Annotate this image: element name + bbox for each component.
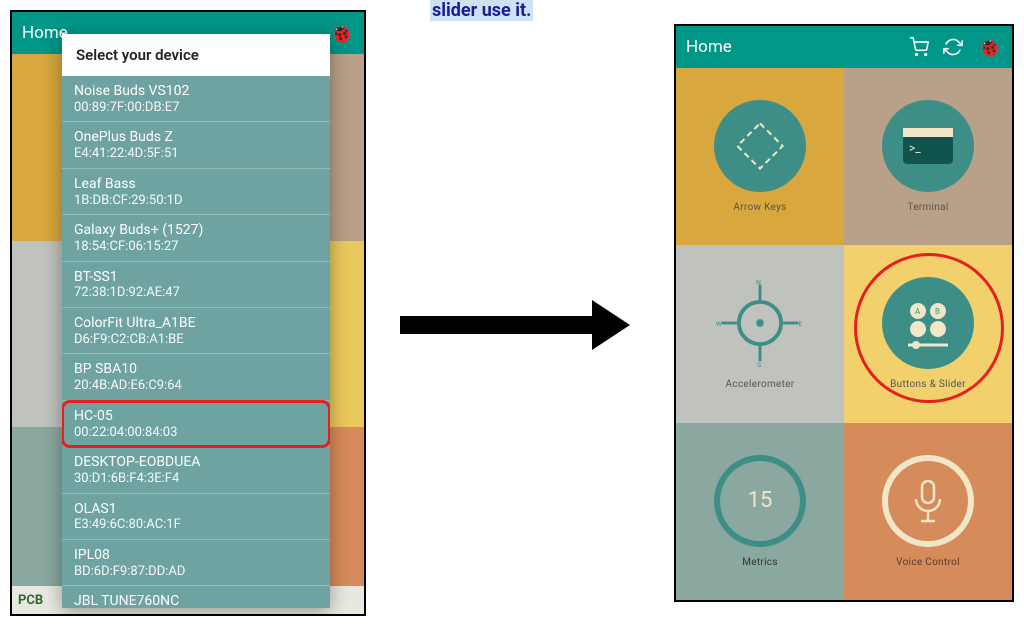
tile-label: Terminal: [907, 202, 948, 213]
phone-left-screenshot: Home 🐞 PCB Select your device Noise Buds…: [10, 10, 366, 616]
device-name: OnePlus Buds Z: [74, 129, 318, 146]
device-name: BT-SS1: [74, 269, 318, 286]
tile-arrow-keys[interactable]: Arrow Keys: [676, 68, 844, 245]
device-item[interactable]: ColorFit Ultra_A1BED6:F9:C2:CB:A1:BE: [62, 308, 330, 354]
svg-text:S: S: [757, 362, 761, 370]
tile-label: Metrics: [742, 557, 778, 568]
tile-label: Voice Control: [896, 557, 960, 568]
metrics-badge: 15: [748, 488, 773, 513]
device-name: Leaf Bass: [74, 176, 318, 193]
tile-accelerometer[interactable]: N E S W Accelerometer: [676, 245, 844, 422]
metrics-icon: 15: [714, 455, 806, 547]
device-name: OLAS1: [74, 501, 318, 518]
tile-metrics[interactable]: 15 Metrics: [676, 423, 844, 600]
svg-text:E: E: [798, 320, 802, 328]
device-name: IPL08: [74, 547, 318, 564]
device-picker-modal: Select your device Noise Buds VS10200:89…: [62, 34, 330, 608]
device-list[interactable]: Noise Buds VS10200:89:7F:00:DB:E7OnePlus…: [62, 76, 330, 608]
device-mac: 18:54:CF:06:15:27: [74, 239, 318, 255]
device-mac: 30:D1:6B:F4:3E:F4: [74, 471, 318, 487]
arrow-icon: [400, 300, 630, 350]
device-item[interactable]: OnePlus Buds ZE4:41:22:4D:5F:51: [62, 122, 330, 168]
device-mac: E3:49:6C:80:AC:1F: [74, 517, 318, 533]
device-name: DESKTOP-EOBDUEA: [74, 454, 318, 471]
device-mac: 20:4B:AD:E6:C9:64: [74, 378, 318, 394]
device-mac: 00:89:7F:00:DB:E7: [74, 100, 318, 116]
tile-label: Accelerometer: [726, 379, 795, 390]
svg-text:B: B: [935, 307, 940, 316]
svg-text:N: N: [756, 279, 761, 287]
device-mac: E4:41:22:4D:5F:51: [74, 146, 318, 162]
device-item[interactable]: JBL TUNE760NC08:AA:59:B9:71:0C: [62, 586, 330, 608]
device-mac: 1B:DB:CF:29:50:1D: [74, 193, 318, 209]
compass-icon: N E S W: [714, 277, 806, 369]
terminal-icon: >_: [882, 100, 974, 192]
shopping-cart-icon[interactable]: [909, 37, 929, 57]
device-name: BP SBA10: [74, 361, 318, 378]
tile-terminal[interactable]: >_ Terminal: [844, 68, 1012, 245]
device-mac: BD:6D:F9:87:DD:AD: [74, 564, 318, 580]
device-mac: 72:38:1D:92:AE:47: [74, 285, 318, 301]
svg-text:A: A: [915, 307, 921, 316]
bug-icon[interactable]: 🐞: [329, 21, 354, 45]
device-name: Noise Buds VS102: [74, 83, 318, 100]
tile-label: Buttons & Slider: [890, 379, 966, 390]
device-name: HC-05: [74, 408, 318, 425]
device-name: ColorFit Ultra_A1BE: [74, 315, 318, 332]
device-item[interactable]: Leaf Bass1B:DB:CF:29:50:1D: [62, 169, 330, 215]
buttons-slider-icon: A B: [882, 277, 974, 369]
device-mac: D6:F9:C2:CB:A1:BE: [74, 332, 318, 348]
arrow-keys-icon: [714, 100, 806, 192]
svg-text:W: W: [716, 320, 722, 328]
svg-text:>_: >_: [909, 141, 921, 155]
device-item[interactable]: HC-0500:22:04:00:84:03: [62, 401, 330, 447]
phone-right-screenshot: Home 🐞 Arrow Keys >_ Terminal: [674, 24, 1014, 602]
device-item[interactable]: BT-SS172:38:1D:92:AE:47: [62, 262, 330, 308]
device-mac: 00:22:04:00:84:03: [74, 425, 318, 441]
device-item[interactable]: DESKTOP-EOBDUEA30:D1:6B:F4:3E:F4: [62, 447, 330, 493]
appbar-right: Home 🐞: [676, 26, 1012, 68]
device-name: JBL TUNE760NC: [74, 593, 318, 608]
bug-icon[interactable]: 🐞: [977, 35, 1002, 59]
device-item[interactable]: Noise Buds VS10200:89:7F:00:DB:E7: [62, 76, 330, 122]
device-item[interactable]: OLAS1E3:49:6C:80:AC:1F: [62, 494, 330, 540]
device-name: Galaxy Buds+ (1527): [74, 222, 318, 239]
tile-buttons-slider[interactable]: A B Buttons & Slider: [844, 245, 1012, 422]
refresh-icon[interactable]: [943, 37, 963, 57]
pcb-brand-label: PCB: [18, 593, 43, 608]
instruction-caption: slider use it.: [430, 0, 533, 21]
device-item[interactable]: BP SBA1020:4B:AD:E6:C9:64: [62, 354, 330, 400]
tile-label: Arrow Keys: [733, 202, 786, 213]
home-grid: Arrow Keys >_ Terminal N E S: [676, 68, 1012, 600]
device-picker-title: Select your device: [62, 34, 330, 76]
tile-voice-control[interactable]: Voice Control: [844, 423, 1012, 600]
microphone-icon: [882, 455, 974, 547]
appbar-title-right: Home: [686, 37, 909, 57]
device-item[interactable]: IPL08BD:6D:F9:87:DD:AD: [62, 540, 330, 586]
device-item[interactable]: Galaxy Buds+ (1527)18:54:CF:06:15:27: [62, 215, 330, 261]
